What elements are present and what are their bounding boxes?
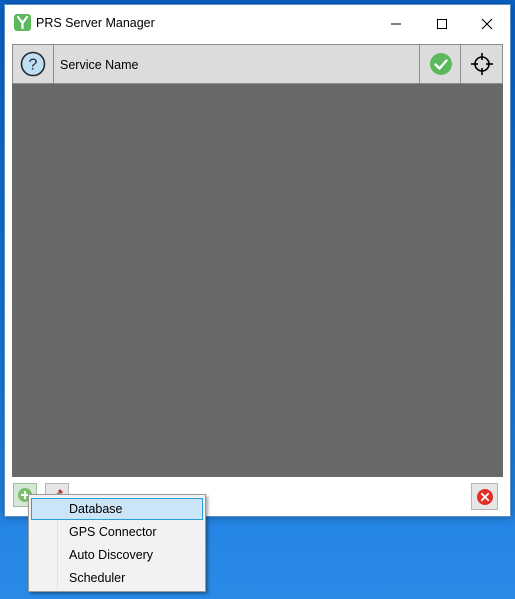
menu-item-gps-connector[interactable]: GPS Connector <box>31 521 203 543</box>
service-name-header[interactable]: Service Name <box>60 58 139 72</box>
service-grid[interactable] <box>12 84 503 477</box>
maximize-button[interactable] <box>419 5 465 43</box>
menu-item-label: Auto Discovery <box>69 548 154 562</box>
menu-item-database[interactable]: Database <box>31 498 203 520</box>
help-icon: ? <box>20 51 46 77</box>
minimize-button[interactable] <box>373 5 419 43</box>
minimize-icon <box>391 23 401 25</box>
svg-text:?: ? <box>29 57 38 74</box>
grid-header: ? Service Name <box>12 44 503 84</box>
add-service-menu: Database GPS Connector Auto Discovery Sc… <box>28 494 206 592</box>
help-button[interactable]: ? <box>13 45 54 83</box>
app-logo-icon <box>14 14 31 31</box>
remove-service-button[interactable] <box>471 483 498 510</box>
checkmark-icon <box>429 53 452 75</box>
title-bar[interactable]: PRS Server Manager <box>5 5 510 43</box>
menu-item-auto-discovery[interactable]: Auto Discovery <box>31 544 203 566</box>
window-title: PRS Server Manager <box>36 16 155 30</box>
menu-item-label: Database <box>69 502 123 516</box>
menu-item-label: GPS Connector <box>69 525 157 539</box>
menu-item-label: Scheduler <box>69 571 126 585</box>
locate-column-button[interactable] <box>460 45 503 83</box>
close-button[interactable] <box>464 5 510 43</box>
menu-item-scheduler[interactable]: Scheduler <box>31 567 203 589</box>
status-column-button[interactable] <box>419 45 461 83</box>
close-icon <box>481 18 493 30</box>
server-manager-window: PRS Server Manager ? Service Name <box>4 4 511 517</box>
remove-icon <box>476 488 493 505</box>
maximize-icon <box>437 19 447 29</box>
crosshair-icon <box>471 53 493 75</box>
